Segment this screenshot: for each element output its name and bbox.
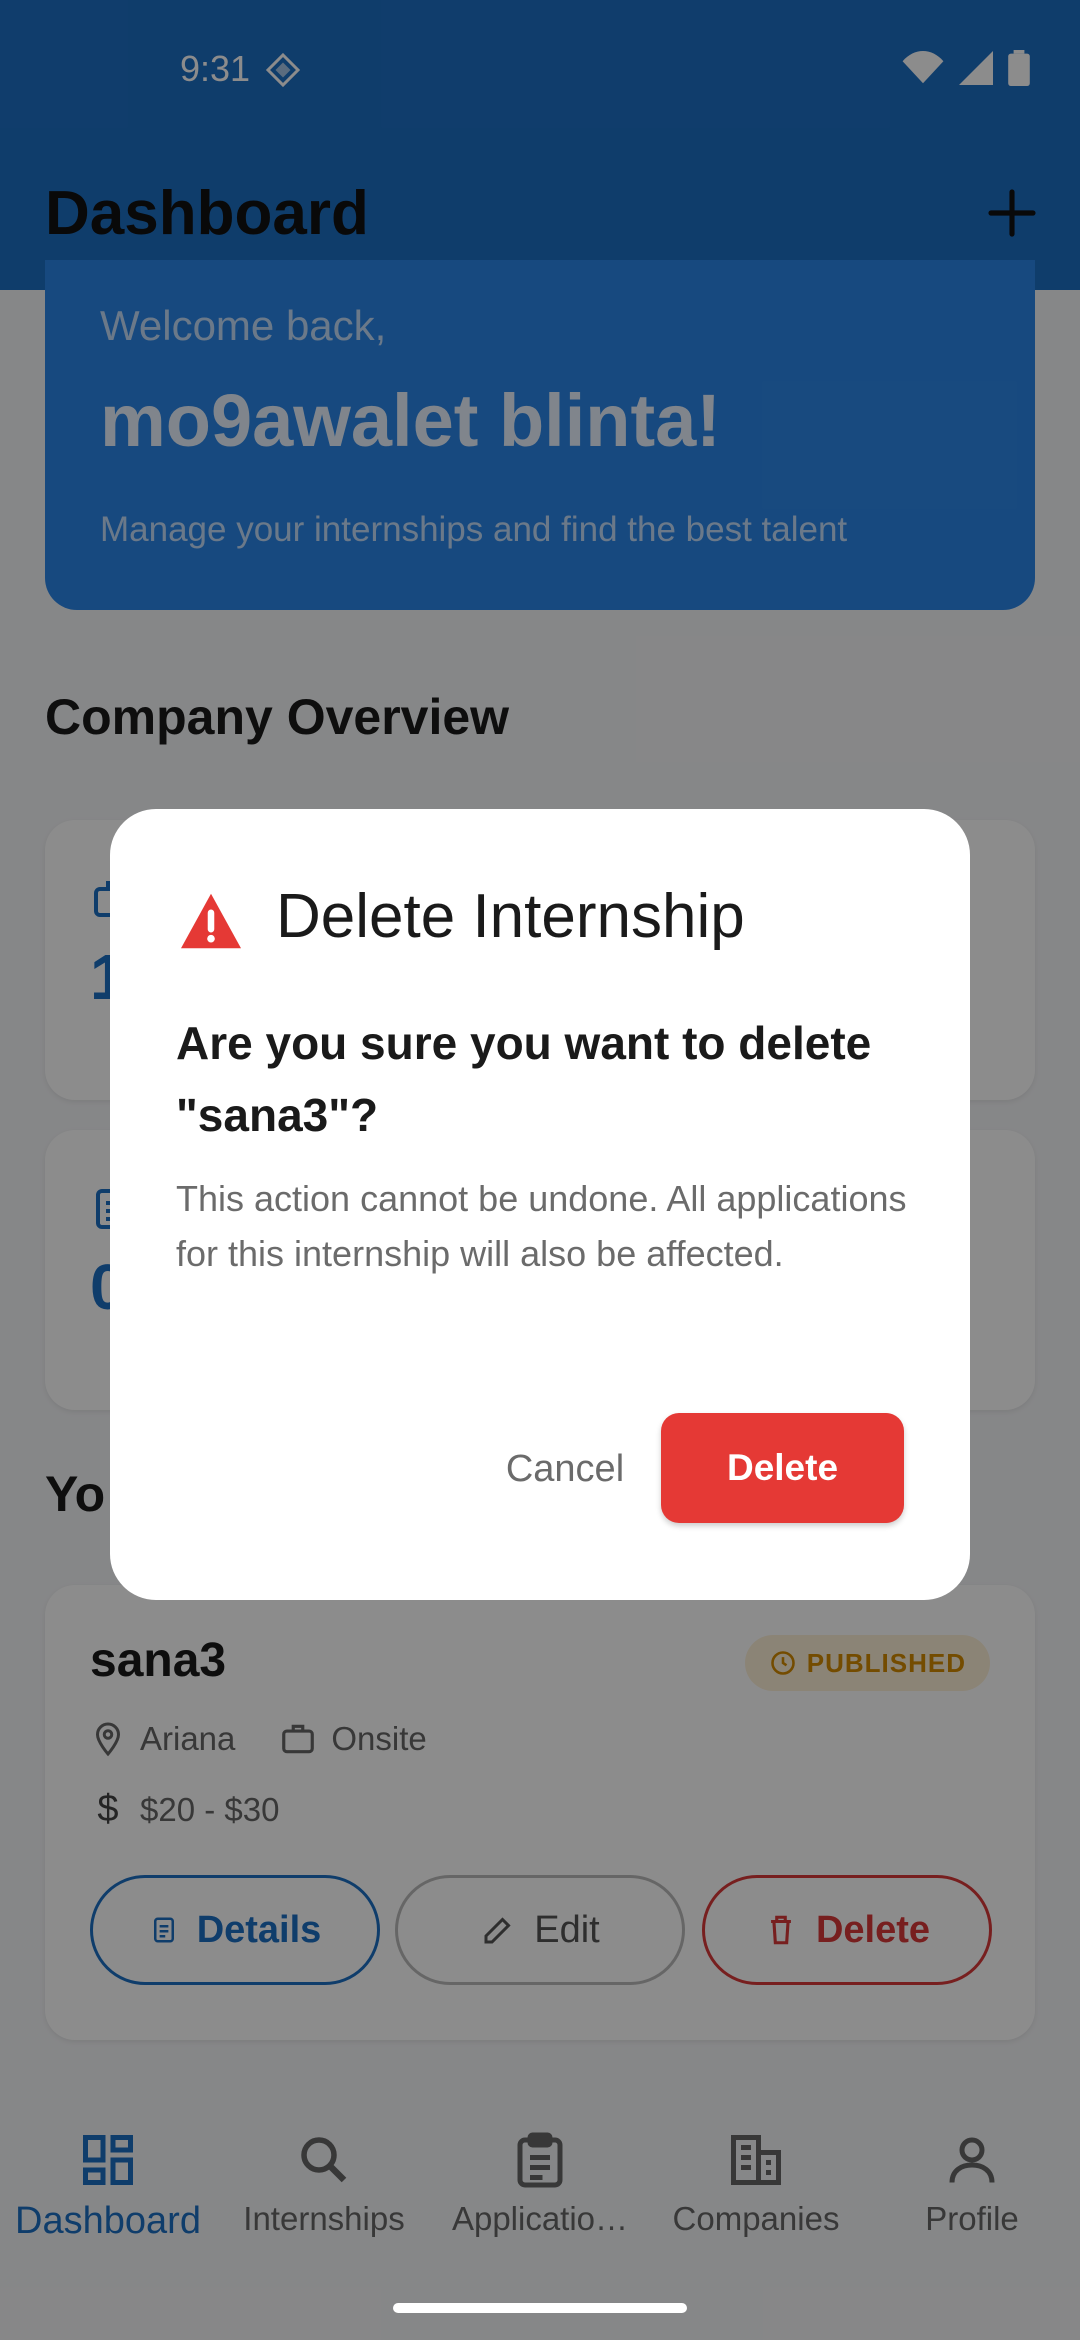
dialog-question: Are you sure you want to delete "sana3"? — [176, 1017, 872, 1141]
gesture-handle[interactable] — [393, 2303, 687, 2313]
cancel-button[interactable]: Cancel — [470, 1414, 660, 1524]
dialog-message: This action cannot be undone. All applic… — [176, 1178, 907, 1274]
warning-icon — [181, 893, 241, 949]
delete-dialog: Delete Internship Are you sure you want … — [110, 809, 970, 1600]
confirm-delete-button[interactable]: Delete — [661, 1413, 904, 1523]
dialog-title: Delete Internship — [276, 882, 745, 951]
